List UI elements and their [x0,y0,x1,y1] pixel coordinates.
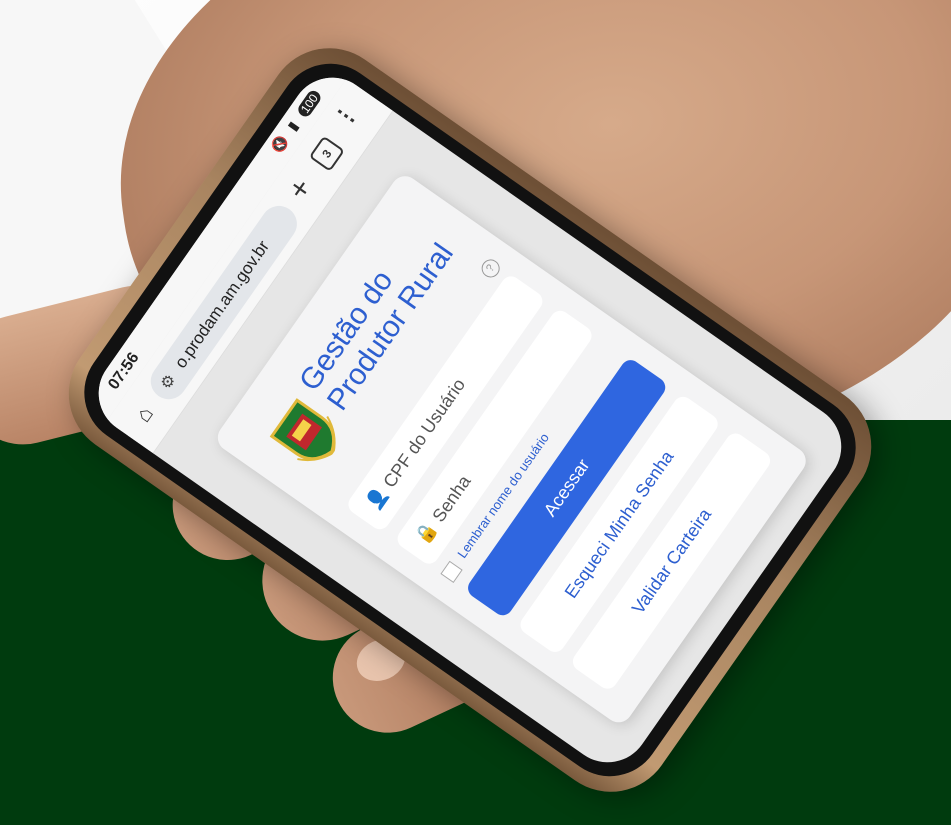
user-icon: 👤 [362,483,392,514]
tabs-icon[interactable]: 3 [308,135,345,172]
plus-icon[interactable]: + [281,172,321,207]
battery-icon: 100 [295,88,324,120]
mute-icon: 🔇 [268,130,294,156]
menu-icon[interactable]: ⋮ [329,99,362,131]
signal-icon: ▮ [283,115,304,134]
help-icon[interactable]: ? [478,255,504,281]
home-icon[interactable]: ⌂ [126,396,162,432]
remember-user-checkbox[interactable] [440,560,463,583]
lock-icon: 🔒 [411,518,441,549]
password-placeholder: Senha [428,471,475,526]
tune-icon[interactable]: ⚙ [156,370,181,393]
